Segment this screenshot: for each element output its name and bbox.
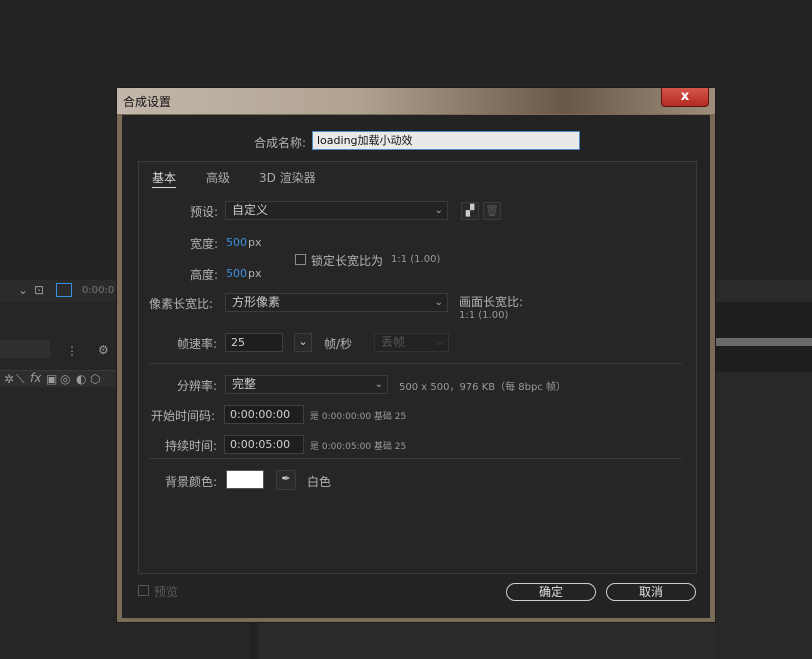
flowchart-icon[interactable]: ⋮ [66,344,78,358]
width-unit: px [248,236,262,249]
dialog-title: 合成设置 [123,95,172,109]
chevron-down-icon: ⌄ [298,335,308,348]
project-search-field[interactable] [0,340,50,358]
settings-icon[interactable]: ⚙ [98,343,109,357]
tab-advanced[interactable]: 高级 [206,169,230,186]
lock-aspect-label: 锁定长宽比为 [311,254,384,268]
resolution-info: 500 x 500，976 KB（每 8bpc 帧） [399,382,567,393]
start-timecode-label: 开始时间码: [151,409,216,423]
duration-note: 是 0:00:05:00 基础 25 [310,442,407,452]
tab-3d-renderer[interactable]: 3D 渲染器 [259,169,316,186]
height-value[interactable]: 500 [226,267,247,280]
timeline-bottom-area [258,622,716,659]
eyedropper-icon: ✒ [281,472,291,485]
delete-preset-button[interactable]: 🗑 [483,202,501,220]
region-icon[interactable] [56,283,72,297]
3d-layer-icon[interactable]: ⬡ [90,372,100,386]
cancel-label: 取消 [638,585,663,599]
chevron-down-icon: ⌄ [434,205,443,216]
ok-label: 确定 [538,585,563,599]
right-panel-header [716,280,812,302]
chevron-down-icon[interactable]: ⌄ [18,283,28,297]
workspace-toolbar-strip: ⌄ ⊡ 0:00:0 [0,280,118,303]
bg-color-swatch[interactable] [226,470,264,489]
lock-aspect-ratio: 1:1 (1.00) [391,254,441,265]
duration-label: 持续时间: [165,439,218,453]
resolution-label: 分辨率: [177,379,218,393]
frame-aspect-label: 画面长宽比: [459,295,524,309]
preset-label: 预设: [190,205,219,219]
tab-basic[interactable]: 基本 [152,169,177,188]
preset-value: 自定义 [232,203,269,217]
new-preset-button[interactable]: ▞ [461,202,479,220]
collapse-icon[interactable]: ⟍ [16,372,24,386]
project-panel [0,302,118,372]
pixel-aspect-value: 方形像素 [232,295,281,309]
shy-icon[interactable]: ✲ [4,372,14,386]
lock-aspect-checkbox[interactable] [295,254,306,265]
frame-aspect-value: 1:1 (1.00) [459,310,509,321]
frame-rate-unit: 帧/秒 [324,337,353,351]
width-value[interactable]: 500 [226,236,247,249]
preview-checkbox[interactable] [138,585,149,596]
height-label: 高度: [190,268,219,282]
bg-color-label: 背景颜色: [165,475,218,489]
dialog-body: 合成名称: loading加载小动效 基本 高级 3D 渲染器 预设: 自定义 … [122,115,710,618]
preset-dropdown[interactable]: 自定义 ⌄ [225,201,448,220]
frame-blend-icon[interactable]: ▣ [46,372,57,386]
motion-blur-icon[interactable]: ◎ [60,372,70,386]
pixel-aspect-dropdown[interactable]: 方形像素 ⌄ [225,293,448,312]
frame-rate-dropdown[interactable]: ⌄ [294,333,312,352]
frame-rate-input[interactable]: 25 [225,333,283,352]
preview-label: 预览 [154,585,179,599]
adjustment-icon[interactable]: ◐ [76,372,86,386]
snapshot-icon[interactable]: ⊡ [34,283,44,297]
ok-button[interactable]: 确定 [506,583,596,601]
close-icon: x [680,89,690,104]
dialog-titlebar[interactable]: 合成设置 x [117,88,715,114]
chevron-down-icon: ⌄ [434,297,443,308]
resolution-value: 完整 [232,377,257,391]
chevron-down-icon: ⌄ [435,337,444,348]
delete-preset-icon: 🗑 [485,204,499,217]
new-preset-icon: ▞ [465,204,475,217]
timeline-switches-bar: ✲ ⟍ fx ▣ ◎ ◐ ⬡ [0,370,118,388]
resolution-dropdown[interactable]: 完整 ⌄ [225,375,388,394]
divider [149,363,682,364]
divider [149,458,682,459]
right-panel [716,302,812,372]
composition-settings-dialog: 合成设置 x 合成名称: loading加载小动效 基本 高级 3D 渲染器 预… [116,87,716,623]
start-timecode-note: 是 0:00:00:00 基础 25 [310,412,407,422]
eyedropper-button[interactable]: ✒ [276,470,296,490]
time-ruler-bar[interactable] [716,338,812,346]
drop-frame-value: 丢帧 [381,335,406,349]
close-button[interactable]: x [661,88,709,107]
frame-rate-label: 帧速率: [177,337,218,351]
pixel-aspect-label: 像素长宽比: [149,297,214,311]
timeline-graph-area [716,372,812,659]
comp-name-label: 合成名称: [254,136,307,150]
drop-frame-dropdown: 丢帧 ⌄ [374,333,449,352]
comp-name-input[interactable]: loading加载小动效 [312,131,580,150]
chevron-down-icon: ⌄ [374,379,383,390]
bg-color-name: 白色 [307,475,332,489]
height-unit: px [248,267,262,280]
settings-panel: 基本 高级 3D 渲染器 预设: 自定义 ⌄ ▞ 🗑 宽度: 500 px 高度… [138,161,697,574]
cancel-button[interactable]: 取消 [606,583,696,601]
start-timecode-input[interactable]: 0:00:00:00 [224,405,304,424]
width-label: 宽度: [190,237,219,251]
timecode-readout: 0:00:0 [82,285,115,296]
fx-icon[interactable]: fx [30,371,41,385]
duration-input[interactable]: 0:00:05:00 [224,435,304,454]
